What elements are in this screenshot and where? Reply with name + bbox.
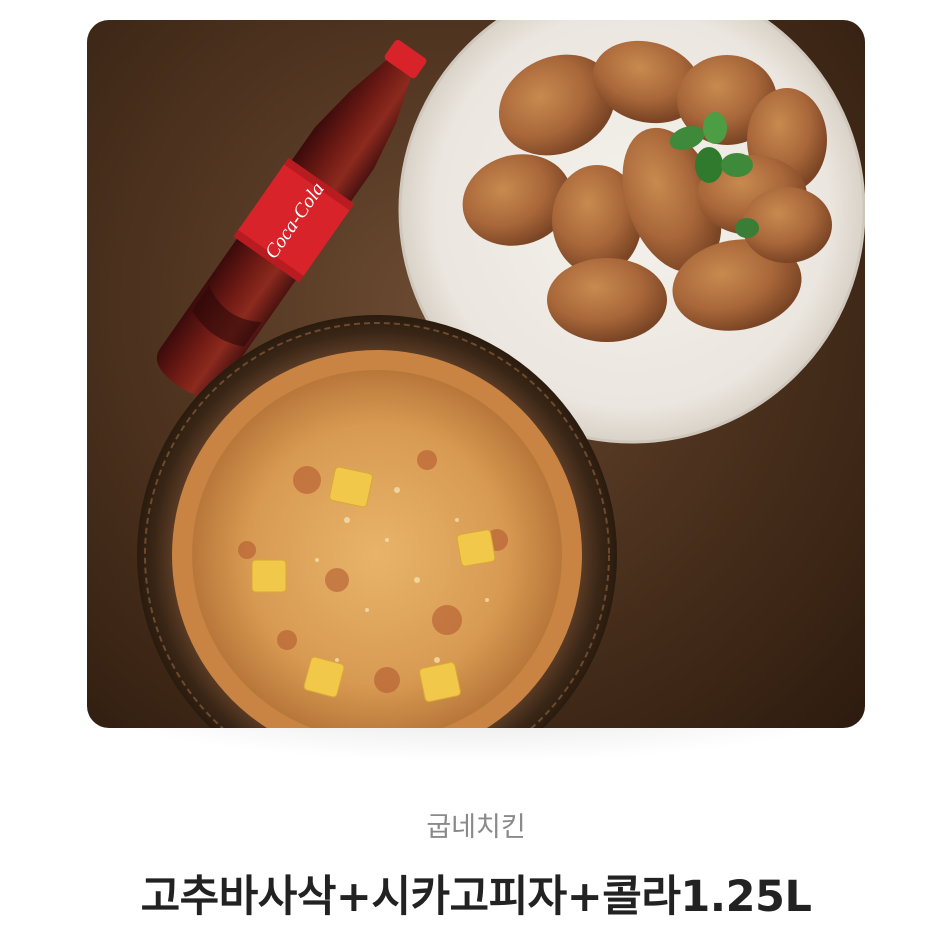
brand-name: 굽네치킨 (426, 812, 526, 843)
product-title[interactable]: 고추바사삭+시카고피자+콜라1.25L (0, 862, 952, 924)
product-illustration: Coca-Cola (137, 20, 865, 728)
product-image[interactable]: Coca-Cola (87, 20, 865, 728)
